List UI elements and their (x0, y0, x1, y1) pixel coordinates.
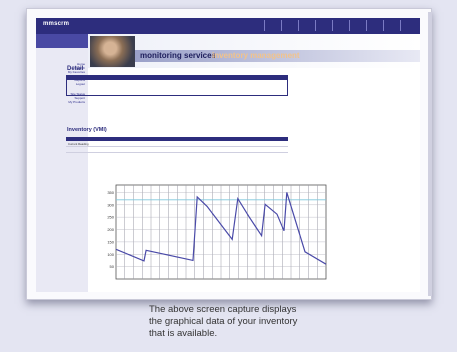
nav-tab[interactable] (349, 20, 365, 31)
y-tick-label: 350 (107, 190, 114, 195)
nav-tab[interactable] (366, 20, 382, 31)
sidebar-item[interactable]: My Products (36, 100, 88, 104)
nav-tab[interactable] (264, 20, 280, 31)
caption-line: that is available. (149, 328, 218, 339)
banner-subtitle: inventory management (212, 51, 300, 60)
nav-tab[interactable] (383, 20, 399, 31)
y-tick-label: 100 (107, 252, 114, 257)
inventory-table: Current Reading (66, 137, 288, 153)
nav-tab[interactable] (315, 20, 331, 31)
nav-tab[interactable] (298, 20, 314, 31)
table-row (66, 146, 288, 153)
y-tick-label: 50 (110, 264, 115, 269)
caption-line: the graphical data of your inventory (149, 316, 298, 327)
nav-tab[interactable] (281, 20, 297, 31)
y-tick-label: 250 (107, 215, 114, 220)
left-sidebar: Home Search My Favorites My Profile Repo… (36, 34, 88, 292)
caption-line: The above screen capture displays (149, 304, 297, 315)
detail-box (66, 79, 288, 96)
table-cell (66, 146, 257, 153)
inventory-chart: 50 100 150 200 250 300 350 (107, 184, 327, 280)
nav-tab[interactable] (332, 20, 348, 31)
caption: The above screen capture displays the gr… (149, 304, 349, 340)
banner-title: monitoring services (140, 51, 217, 60)
table-cell (256, 146, 288, 153)
detail-heading: Detail (67, 66, 84, 72)
sidebar-header (36, 34, 88, 48)
y-tick-label: 300 (107, 202, 114, 207)
logo: mmscrm (43, 21, 70, 27)
banner-photo (90, 36, 135, 67)
y-tick-label: 150 (107, 239, 114, 244)
top-bar: mmscrm (36, 18, 420, 34)
y-tick-label: 200 (107, 227, 114, 232)
inventory-heading: Inventory (VMI) (67, 127, 107, 133)
scrollbar[interactable] (428, 12, 432, 296)
top-nav (264, 20, 416, 31)
nav-tab[interactable] (400, 20, 416, 31)
